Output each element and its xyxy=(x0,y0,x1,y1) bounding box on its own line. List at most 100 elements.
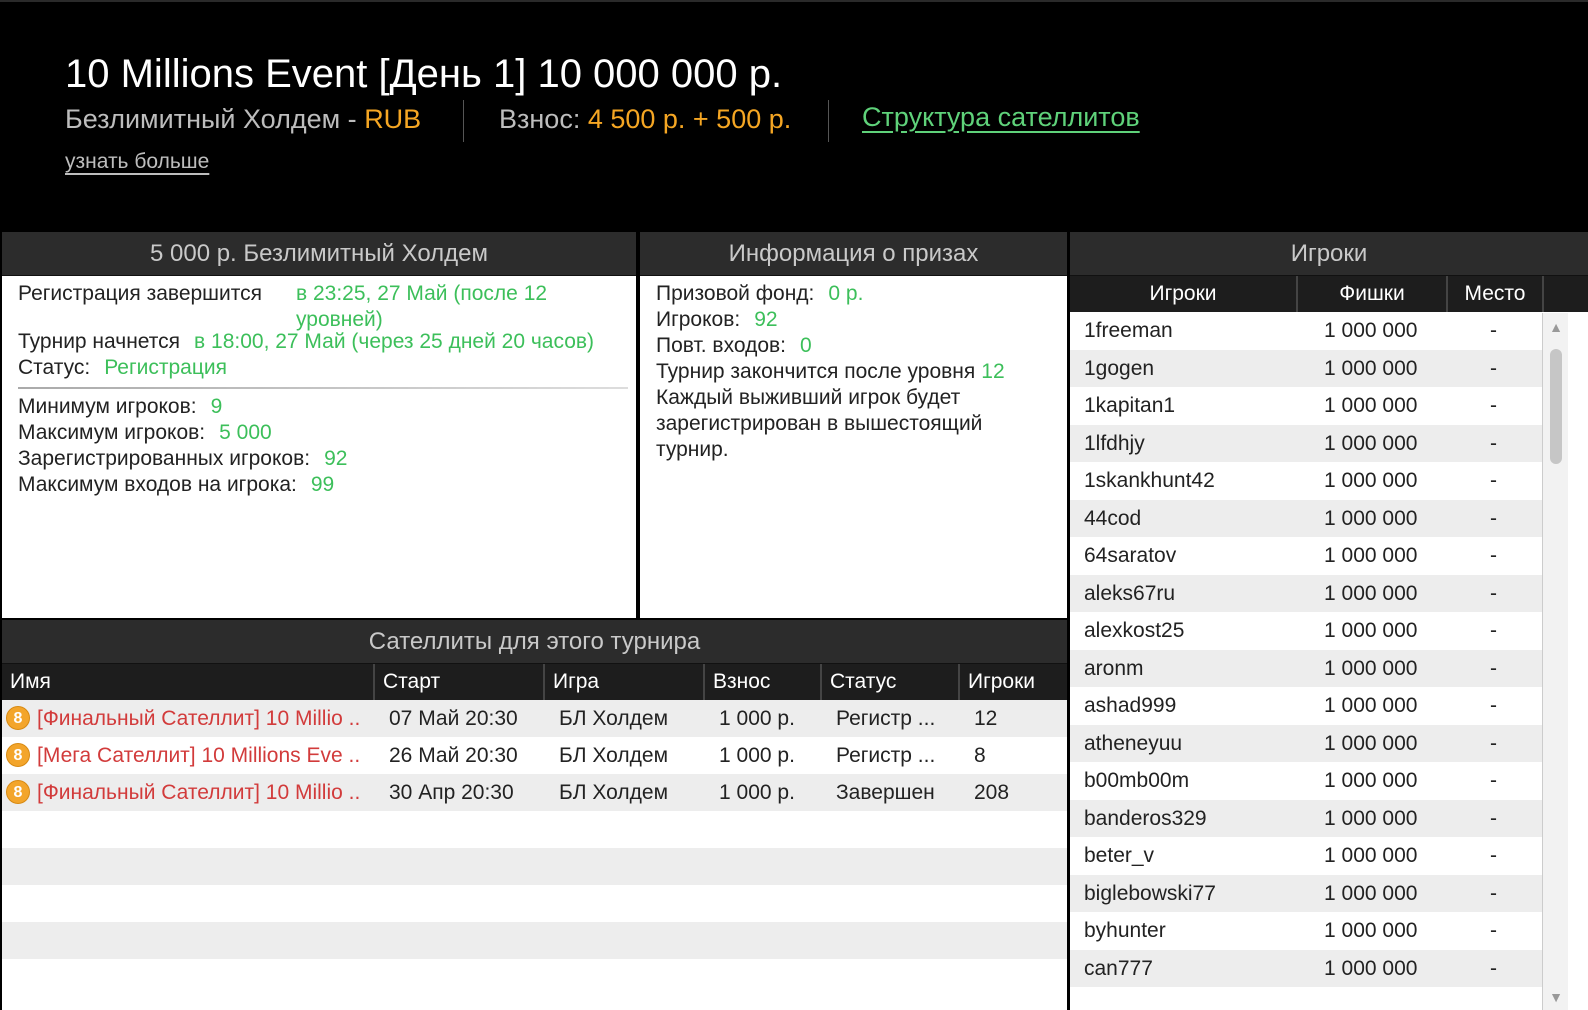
satellite-game: БЛ Холдем xyxy=(559,707,669,730)
col-start[interactable]: Старт xyxy=(375,664,545,700)
satellite-name: [Мега Сателлит] 10 Millions Eve .. xyxy=(37,744,361,767)
player-chips: 1 000 000 xyxy=(1324,956,1418,980)
player-row[interactable]: byhunter 1 000 000 - xyxy=(1070,912,1542,950)
max-entries: Максимум входов на игрока: 99 xyxy=(18,473,334,497)
player-chips: 1 000 000 xyxy=(1324,469,1418,492)
player-place: - xyxy=(1490,919,1497,942)
player-row[interactable]: 1kapitan1 1 000 000 - xyxy=(1070,387,1542,425)
player-name: can777 xyxy=(1084,956,1153,980)
satellite-row[interactable]: 8 [Мега Сателлит] 10 Millions Eve .. 26 … xyxy=(2,737,1067,774)
scroll-down-icon[interactable]: ▼ xyxy=(1543,984,1569,1010)
satellite-structure-link[interactable]: Структура сателлитов xyxy=(862,102,1140,133)
player-row[interactable]: 1freeman 1 000 000 - xyxy=(1070,312,1542,350)
player-place: - xyxy=(1490,881,1497,905)
status-label: Статус: xyxy=(18,356,91,379)
reg-ends-value: в 23:25, 27 Май (после 12 xyxy=(296,282,548,305)
satellite-status: Регистр ... xyxy=(836,707,936,730)
player-chips: 1 000 000 xyxy=(1324,506,1418,530)
scroll-up-icon[interactable]: ▲ xyxy=(1543,313,1569,341)
player-place: - xyxy=(1490,844,1497,867)
player-name: b00mb00m xyxy=(1084,769,1190,792)
col-player-name[interactable]: Игроки xyxy=(1070,276,1298,312)
player-place: - xyxy=(1490,394,1497,417)
satellite-name: [Финальный Сателлит] 10 Millio .. xyxy=(37,707,361,730)
player-name: 1skankhunt42 xyxy=(1084,469,1215,492)
satellite-row[interactable]: 8 [Финальный Сателлит] 10 Millio .. 07 М… xyxy=(2,700,1067,737)
player-chips: 1 000 000 xyxy=(1324,881,1418,905)
col-name[interactable]: Имя xyxy=(2,664,375,700)
satellite-status: Завершен xyxy=(836,781,935,804)
player-place: - xyxy=(1490,506,1497,530)
players-scrollbar[interactable]: ▲ ▼ xyxy=(1542,313,1568,1010)
player-name: aleks67ru xyxy=(1084,581,1176,605)
player-row[interactable]: ashad999 1 000 000 - xyxy=(1070,687,1542,725)
satellite-start: 30 Апр 20:30 xyxy=(389,781,514,804)
satellite-row[interactable]: 8 [Финальный Сателлит] 10 Millio .. 30 А… xyxy=(2,774,1067,811)
player-row[interactable]: aleks67ru 1 000 000 - xyxy=(1070,574,1542,612)
player-chips: 1 000 000 xyxy=(1324,319,1418,342)
player-row[interactable]: atheneyuu 1 000 000 - xyxy=(1070,724,1542,762)
satellites-title: Сателлиты для этого турнира xyxy=(2,620,1067,664)
players-title: Игроки xyxy=(1070,232,1588,276)
game-type: Безлимитный Холдем - RUB xyxy=(65,104,421,135)
col-game[interactable]: Игра xyxy=(545,664,705,700)
satellite-start: 07 Май 20:30 xyxy=(389,707,518,730)
satellite-buyin: 1 000 р. xyxy=(719,707,795,730)
player-row[interactable]: 1lfdhjy 1 000 000 - xyxy=(1070,424,1542,462)
player-row[interactable]: b00mb00m 1 000 000 - xyxy=(1070,762,1542,800)
survivor-note: турнир. xyxy=(656,438,729,461)
player-name: aronm xyxy=(1084,656,1144,680)
player-row[interactable]: banderos329 1 000 000 - xyxy=(1070,799,1542,837)
buyin-amount: 4 500 р. + 500 р. xyxy=(587,104,792,134)
prize-players-label: Игроков: xyxy=(656,308,741,331)
player-place: - xyxy=(1490,656,1497,680)
player-chips: 1 000 000 xyxy=(1324,769,1418,792)
player-place: - xyxy=(1490,319,1497,342)
player-name: 64saratov xyxy=(1084,544,1177,567)
player-row[interactable]: 44cod 1 000 000 - xyxy=(1070,499,1542,537)
player-place: - xyxy=(1490,956,1497,980)
empty-row xyxy=(2,959,1067,996)
max-entries-label: Максимум входов на игрока: xyxy=(18,473,297,496)
player-place: - xyxy=(1490,544,1497,567)
col-place[interactable]: Место xyxy=(1448,276,1544,312)
tournament-ends: Турнир закончится после уровня 12 xyxy=(656,360,1005,384)
registered-label: Зарегистрированных игроков: xyxy=(18,447,311,470)
survivor-note: зарегистрирован в вышестоящий xyxy=(656,412,983,435)
col-players[interactable]: Игроки xyxy=(960,664,1067,700)
player-row[interactable]: 64saratov 1 000 000 - xyxy=(1070,537,1542,575)
player-chips: 1 000 000 xyxy=(1324,544,1418,567)
player-row[interactable]: aronm 1 000 000 - xyxy=(1070,649,1542,687)
player-name: atheneyuu xyxy=(1084,731,1183,755)
player-row[interactable]: 1gogen 1 000 000 - xyxy=(1070,349,1542,387)
player-row[interactable]: beter_v 1 000 000 - xyxy=(1070,837,1542,875)
header-divider xyxy=(828,100,829,142)
player-row[interactable]: biglebowski77 1 000 000 - xyxy=(1070,874,1542,912)
empty-row xyxy=(2,848,1067,885)
player-row[interactable]: 1skankhunt42 1 000 000 - xyxy=(1070,462,1542,500)
buyin: Взнос: 4 500 р. + 500 р. xyxy=(499,104,791,135)
satellite-buyin: 1 000 р. xyxy=(719,744,795,767)
player-place: - xyxy=(1490,469,1497,492)
player-row[interactable]: alexkost25 1 000 000 - xyxy=(1070,612,1542,650)
empty-row xyxy=(2,922,1067,959)
player-chips: 1 000 000 xyxy=(1324,619,1418,642)
col-status[interactable]: Статус xyxy=(822,664,960,700)
reg-ends-value-cont: уровней) xyxy=(296,308,383,331)
learn-more-link[interactable]: узнать больше xyxy=(65,150,209,174)
empty-row xyxy=(2,811,1067,848)
col-chips[interactable]: Фишки xyxy=(1298,276,1448,312)
reentries-value: 0 xyxy=(800,334,812,357)
player-row[interactable]: can777 1 000 000 - xyxy=(1070,949,1542,987)
coin-icon: 8 xyxy=(6,706,30,730)
scroll-thumb[interactable] xyxy=(1550,349,1562,464)
player-name: 1kapitan1 xyxy=(1084,394,1176,417)
player-place: - xyxy=(1490,356,1497,380)
max-players: Максимум игроков: 5 000 xyxy=(18,421,272,445)
header-divider xyxy=(463,100,464,142)
prize-pool-value: 0 р. xyxy=(828,282,864,305)
min-players: Минимум игроков: 9 xyxy=(18,395,222,419)
col-buyin[interactable]: Взнос xyxy=(705,664,822,700)
player-chips: 1 000 000 xyxy=(1324,356,1418,380)
registered-players: Зарегистрированных игроков: 92 xyxy=(18,447,347,471)
